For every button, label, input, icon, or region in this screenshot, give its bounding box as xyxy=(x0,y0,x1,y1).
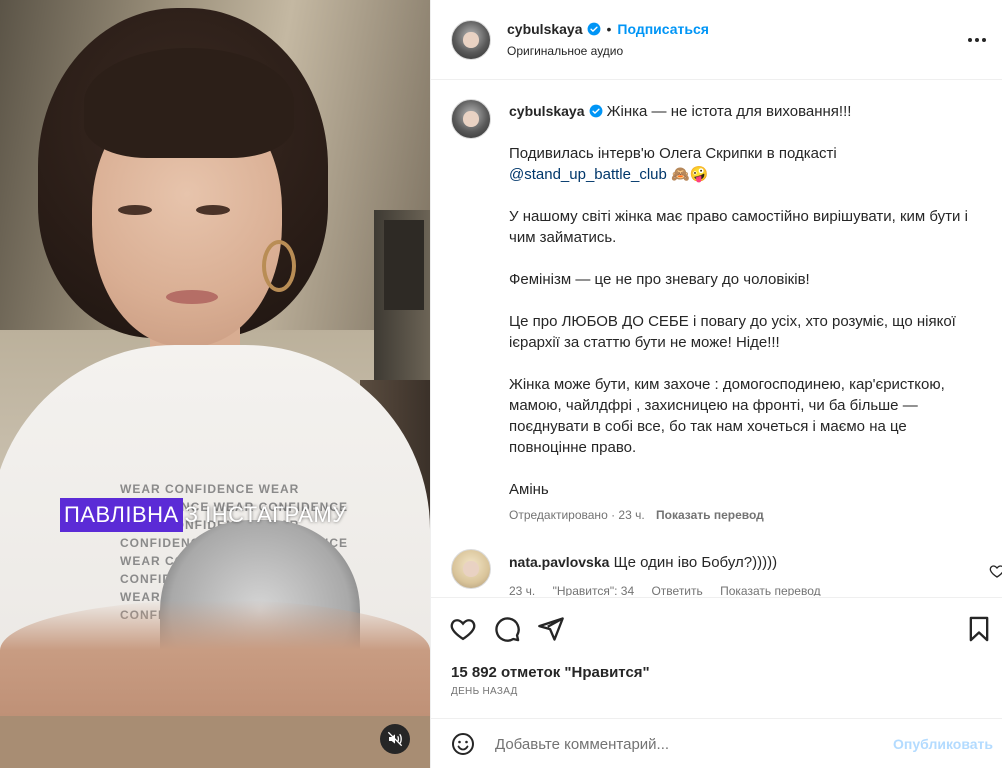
person-eye-right xyxy=(196,205,230,215)
person-eye-left xyxy=(118,205,152,215)
caption-translate-button[interactable]: Показать перевод xyxy=(656,508,764,522)
caption-edited-time: Отредактировано · 23 ч. xyxy=(509,508,645,522)
post-video[interactable]: WEAR CONFIDENCE WEAR CONFIDENCE WEAR CON… xyxy=(0,0,430,768)
author-avatar[interactable] xyxy=(451,20,491,60)
post-date: ДЕНЬ НАЗАД xyxy=(451,686,518,697)
table-surface xyxy=(0,716,430,768)
more-horizontal-icon xyxy=(968,38,986,42)
video-subtitle: ПАВЛІВНА З ІНСТАГРАМУ xyxy=(60,497,347,533)
original-audio-link[interactable]: Оригинальное аудио xyxy=(507,44,623,58)
caption-meta: Отредактировано · 23 ч. Показать перевод xyxy=(509,508,764,522)
verified-badge-icon xyxy=(589,104,602,118)
person-earring xyxy=(262,240,296,292)
comment-text: Ще один іво Бобул?))))) xyxy=(613,554,778,571)
comment-likes[interactable]: "Нравится": 34 xyxy=(553,584,635,596)
person-lips xyxy=(166,290,218,304)
post-header: cybulskaya • Подписаться Оригинальное ау… xyxy=(431,0,1002,80)
comment-icon[interactable] xyxy=(493,615,521,643)
caption-author-avatar[interactable] xyxy=(451,99,491,139)
caption-paragraph-4: Фемінізм — це не про зневагу до чоловікі… xyxy=(509,271,810,288)
commenter-username[interactable]: nata.pavlovska xyxy=(509,554,609,570)
comment-time: 23 ч. xyxy=(509,584,536,596)
publish-button[interactable]: Опубликовать xyxy=(893,736,993,752)
emoji-icon[interactable] xyxy=(451,732,475,756)
comment-meta: 23 ч. "Нравится": 34 Ответить Показать п… xyxy=(509,584,835,596)
caption-paragraph-3: У нашому світі жінка має право самостійн… xyxy=(509,208,968,246)
author-line: cybulskaya • Подписаться xyxy=(507,21,709,37)
subtitle-highlight: ПАВЛІВНА xyxy=(60,498,183,532)
comment-translate-button[interactable]: Показать перевод xyxy=(720,584,821,596)
like-heart-icon[interactable] xyxy=(449,615,477,643)
add-comment-bar: Опубликовать xyxy=(431,718,1002,768)
comment-reply-button[interactable]: Ответить xyxy=(651,584,702,596)
caption-first-line: Жінка — не істота для виховання!!! xyxy=(606,103,852,120)
follow-button[interactable]: Подписаться xyxy=(617,21,709,37)
speaker-muted-icon xyxy=(387,731,403,747)
likes-count[interactable]: 15 892 отметок "Нравится" xyxy=(451,664,650,681)
person-fringe xyxy=(84,48,294,158)
author-username[interactable]: cybulskaya xyxy=(507,21,583,37)
post-caption: cybulskaya Жінка — не істота для вихован… xyxy=(509,101,979,521)
caption-paragraph-6: Жінка може бути, ким захоче : домогоспод… xyxy=(509,376,945,456)
header-separator: • xyxy=(606,21,612,37)
caption-emoji: 🙈🤪 xyxy=(671,166,709,183)
caption-paragraph-2: Подивилась інтерв'ю Олега Скрипки в подк… xyxy=(509,145,837,162)
verified-badge-icon xyxy=(587,22,600,36)
share-send-icon[interactable] xyxy=(537,615,565,643)
commenter-avatar[interactable] xyxy=(451,549,491,589)
caption-paragraph-7: Амінь xyxy=(509,481,549,498)
post-panel: cybulskaya • Подписаться Оригинальное ау… xyxy=(430,0,1002,768)
action-icons xyxy=(449,615,565,643)
comment-input[interactable] xyxy=(495,731,895,757)
mute-button[interactable] xyxy=(380,724,410,754)
comments-scroll-area[interactable]: cybulskaya Жінка — не істота для вихован… xyxy=(431,81,1002,596)
more-options-button[interactable] xyxy=(965,28,989,52)
comment-text-line: nata.pavlovska Ще один іво Бобул?))))) xyxy=(509,554,777,571)
background-poster xyxy=(384,220,424,310)
subtitle-rest: З ІНСТАГРАМУ xyxy=(184,502,347,527)
caption-username[interactable]: cybulskaya xyxy=(509,103,585,119)
caption-paragraph-5: Це про ЛЮБОВ ДО СЕБЕ і повагу до усіх, х… xyxy=(509,313,956,351)
bookmark-icon[interactable] xyxy=(965,615,993,643)
comment-like-heart-icon[interactable] xyxy=(989,563,1002,579)
mention-link[interactable]: @stand_up_battle_club xyxy=(509,166,667,183)
